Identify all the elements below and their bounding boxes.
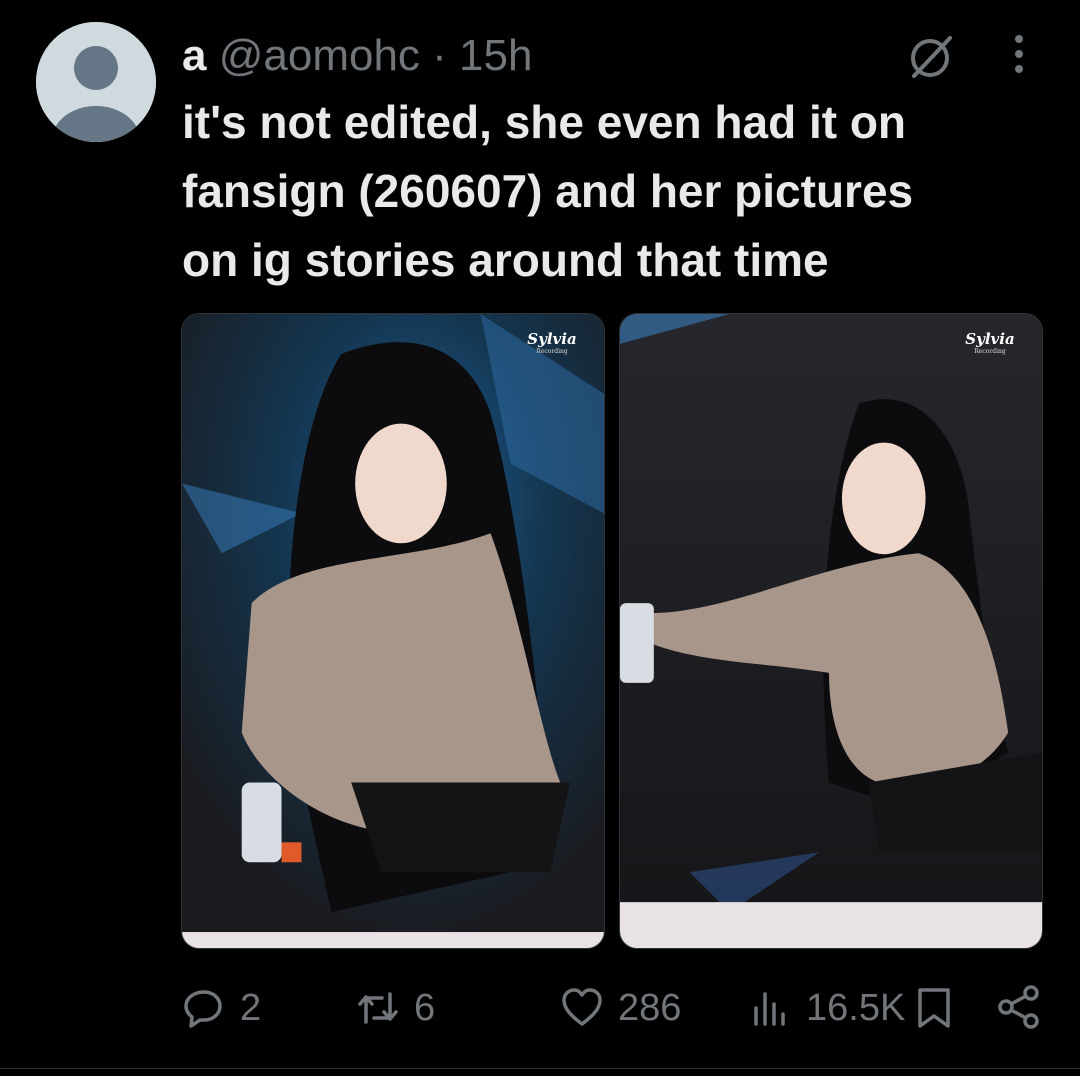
watermark-title: Sylvia bbox=[965, 330, 1015, 348]
watermark-sub: Recording bbox=[536, 348, 568, 355]
views-icon bbox=[754, 992, 785, 1026]
reply-button[interactable]: 2 bbox=[182, 978, 261, 1038]
view-count: 16.5K bbox=[806, 986, 906, 1029]
reply-icon bbox=[184, 990, 222, 1028]
grok-icon[interactable] bbox=[904, 30, 958, 84]
retweet-count: 6 bbox=[414, 986, 436, 1029]
like-count: 286 bbox=[618, 986, 682, 1029]
tweet-text: it's not edited, she even had it on fans… bbox=[182, 96, 914, 286]
handle[interactable]: @aomohc bbox=[219, 31, 420, 80]
photo-image bbox=[620, 314, 1042, 948]
avatar[interactable] bbox=[36, 22, 156, 142]
watermark-sub: Recording bbox=[974, 348, 1006, 355]
default-avatar-icon bbox=[36, 22, 156, 142]
like-button[interactable]: 286 bbox=[560, 978, 681, 1038]
timestamp[interactable]: 15h bbox=[459, 31, 532, 80]
divider bbox=[0, 1068, 1080, 1069]
reply-count: 2 bbox=[240, 986, 262, 1029]
separator-dot: · bbox=[432, 31, 447, 80]
bookmark-icon[interactable] bbox=[912, 986, 956, 1030]
heart-icon bbox=[562, 988, 602, 1026]
tweet[interactable]: a @aomohc · 15h it's not edited, she eve… bbox=[0, 0, 1080, 1076]
tweet-photo-1[interactable]: Sylvia Recording bbox=[181, 313, 605, 949]
more-icon[interactable] bbox=[1004, 32, 1034, 76]
views-button[interactable]: 16.5K bbox=[748, 978, 905, 1038]
retweet-icon bbox=[358, 992, 398, 1024]
tweet-header: a @aomohc · 15h bbox=[182, 28, 532, 84]
watermark: Sylvia Recording bbox=[526, 330, 578, 355]
photo-image bbox=[182, 314, 604, 948]
display-name[interactable]: a bbox=[182, 31, 206, 80]
watermark: Sylvia Recording bbox=[964, 330, 1016, 355]
watermark-title: Sylvia bbox=[527, 330, 577, 348]
share-icon[interactable] bbox=[996, 984, 1042, 1030]
retweet-button[interactable]: 6 bbox=[356, 978, 435, 1038]
tweet-photo-2[interactable]: Sylvia Recording bbox=[619, 313, 1043, 949]
